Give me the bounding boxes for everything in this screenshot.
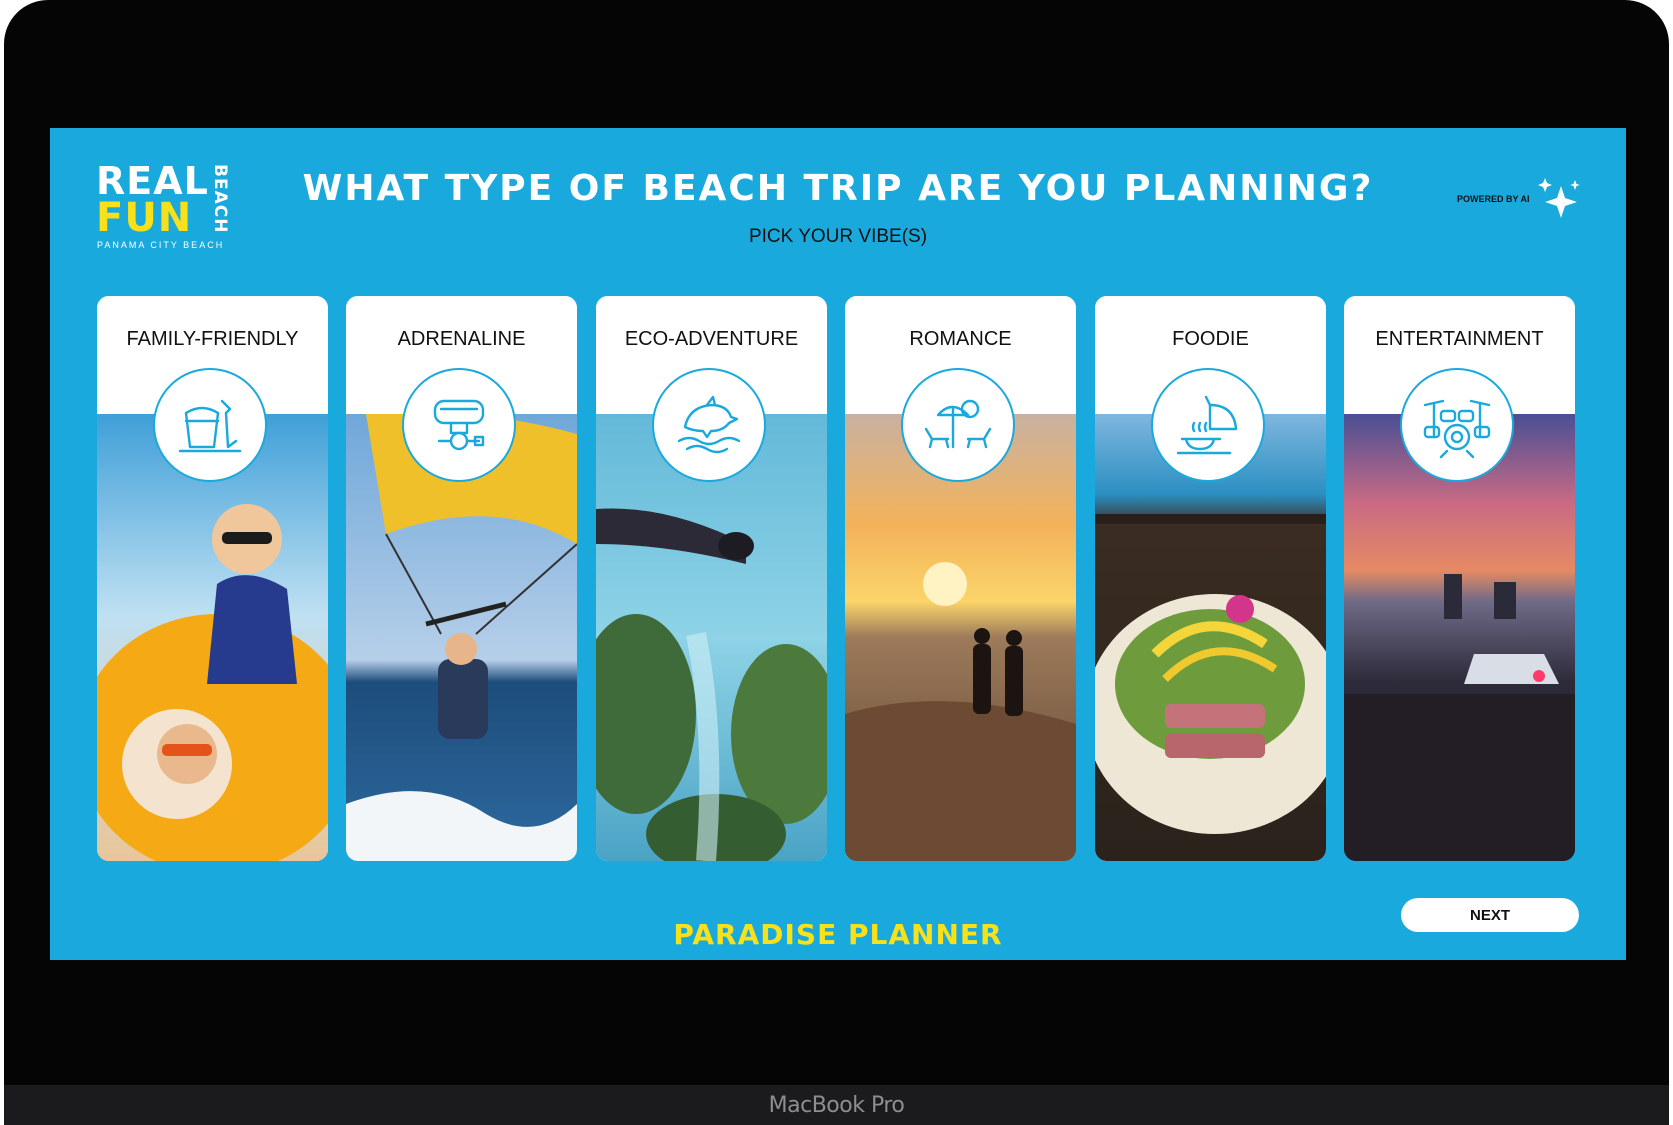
page-title: WHAT TYPE OF BEACH TRIP ARE YOU PLANNING… [302, 168, 1374, 209]
card-icon-badge [652, 368, 766, 482]
card-label: ROMANCE [909, 328, 1012, 350]
page-subtitle: PICK YOUR VIBE(S) [748, 226, 928, 247]
device-label: MacBook Pro [768, 1093, 905, 1118]
card-icon-badge [153, 368, 267, 482]
card-label: FOODIE [1172, 328, 1249, 350]
dolphin-icon [677, 395, 741, 454]
vibe-card-entertainment[interactable]: ENTERTAINMENT [1344, 296, 1575, 861]
vibe-card-family-friendly[interactable]: FAMILY-FRIENDLY [97, 296, 328, 861]
app-screen: REAL FUN BEACH PANAMA CITY BEACH WHAT TY… [50, 128, 1626, 960]
beach-loungers-icon [924, 399, 992, 449]
vibe-card-adrenaline[interactable]: ADRENALINE [346, 296, 577, 861]
card-icon-badge [1151, 368, 1265, 482]
card-label: ENTERTAINMENT [1375, 328, 1544, 350]
card-icon-badge [901, 368, 1015, 482]
vibe-card-eco-adventure[interactable]: ECO-ADVENTURE [596, 296, 827, 861]
vibe-card-romance[interactable]: ROMANCE [845, 296, 1076, 861]
sand-bucket-icon [178, 399, 242, 453]
dive-mask-icon [433, 399, 485, 451]
sparkle-icon [1538, 178, 1580, 218]
card-label: FAMILY-FRIENDLY [126, 328, 299, 350]
footer-brand: PARADISE PLANNER [673, 918, 1003, 951]
card-icon-badge [1400, 368, 1514, 482]
card-icon-badge [402, 368, 516, 482]
card-label: ADRENALINE [397, 328, 526, 350]
vibe-card-foodie[interactable]: FOODIE [1095, 296, 1326, 861]
powered-by-label: POWERED BY AI [1457, 194, 1530, 204]
serving-cloche-icon [1176, 395, 1238, 455]
drum-kit-icon [1423, 399, 1491, 459]
card-label: ECO-ADVENTURE [624, 328, 799, 350]
